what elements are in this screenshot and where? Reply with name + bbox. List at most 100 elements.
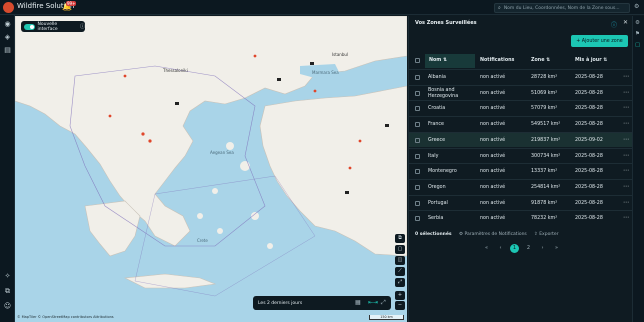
row-notifications: non activé [480, 169, 506, 175]
page-1-button[interactable]: 1 [510, 244, 519, 253]
last-page-button[interactable]: » [552, 244, 561, 253]
row-notifications: non activé [480, 122, 506, 128]
right-rail: ⚙ ⚑ ▢ [632, 16, 644, 322]
row-more-icon[interactable]: ⋯ [623, 152, 629, 159]
column-header-notifications[interactable]: Notifications [480, 58, 514, 63]
ruler-control-icon[interactable]: ⟋ [395, 267, 405, 276]
zoom-in-button[interactable]: + [395, 291, 405, 300]
toggle-label: Nouvelle interface [37, 21, 58, 32]
row-checkbox[interactable] [415, 75, 420, 80]
row-name: Montenegro [428, 169, 457, 175]
row-checkbox[interactable] [415, 184, 420, 190]
row-checkbox[interactable] [415, 90, 420, 96]
table-row[interactable]: Montenegro non activé 13337 km² 2025-08-28 ⋯ [409, 163, 633, 178]
row-more-icon[interactable]: ⋯ [623, 167, 629, 174]
page-2-button[interactable]: 2 [524, 244, 533, 253]
row-name: Portugal [428, 200, 448, 206]
row-notifications: non activé [480, 75, 506, 80]
layers-stack-icon[interactable]: ⧉ [3, 287, 12, 296]
fullscreen-control-icon[interactable]: ▢ [395, 245, 405, 254]
table-row[interactable]: Oregon non activé 254814 km² 2025-08-28 ⋯ [409, 178, 633, 194]
calendar-icon[interactable]: ▦ [355, 299, 361, 306]
add-zone-button[interactable]: + Ajouter une zone [571, 35, 628, 47]
table-row[interactable]: Italy non activé 300734 km² 2025-08-28 ⋯ [409, 147, 633, 163]
notification-settings-button[interactable]: ⚙ Paramètres de Notifications [459, 232, 527, 237]
column-header-zone[interactable]: Zone ⇅ [531, 58, 550, 63]
table-row[interactable]: Croatia non activé 57079 km² 2025-08-28 ⋯ [409, 100, 633, 115]
close-icon[interactable]: ✕ [623, 19, 628, 26]
prev-page-button[interactable]: ‹ [496, 244, 505, 253]
row-checkbox[interactable] [415, 106, 420, 112]
table-row[interactable]: Portugal non activé 91878 km² 2025-08-28 ⋯ [409, 194, 633, 210]
map-canvas[interactable]: Marmara Sea Istanbul Aegean Sea Crete Th… [15, 16, 407, 322]
top-bar: Wildfire Solution 🔔 99+ ⌕ Nom du Lieu, C… [0, 0, 644, 15]
row-name: Croatia [428, 106, 446, 112]
row-more-icon[interactable]: ⋯ [623, 199, 629, 206]
row-more-icon[interactable]: ⋯ [623, 183, 629, 190]
column-header-name[interactable]: Nom ⇅ [425, 54, 475, 68]
row-more-icon[interactable]: ⋯ [623, 120, 629, 127]
table-row[interactable]: France non activé 549517 km² 2025-08-28 ⋯ [409, 116, 633, 131]
layers-control-icon[interactable]: ⧉ [395, 234, 405, 243]
row-more-icon[interactable]: ⋯ [623, 136, 629, 143]
table-row[interactable]: Serbia non activé 78232 km² 2025-08-28 ⋯ [409, 210, 633, 225]
panel-title: Vos Zones Surveillées [415, 20, 477, 26]
row-notifications: non activé [480, 200, 506, 206]
row-checkbox[interactable] [415, 200, 420, 206]
row-checkbox[interactable] [415, 137, 420, 143]
column-zone-label: Zone [531, 58, 545, 63]
info-icon[interactable]: ⓘ [611, 20, 617, 29]
row-updated: 2025-08-28 [575, 169, 603, 175]
play-range-icon[interactable]: ⇤⇥ [368, 299, 378, 306]
expand-icon[interactable]: ⤢ [381, 299, 386, 307]
row-name: Italy [428, 153, 439, 159]
zones-icon[interactable]: ▢ [635, 42, 640, 48]
chart-icon[interactable]: ▤ [3, 46, 12, 55]
table-row[interactable]: Greece non activé 219837 km² 2025-09-02 ⋯ [409, 131, 633, 147]
info-icon[interactable]: ⓘ [80, 23, 85, 30]
globe-icon[interactable]: ◉ [3, 20, 12, 29]
row-updated: 2025-09-02 [575, 137, 603, 143]
export-button[interactable]: ⇪ Exporter [534, 232, 559, 237]
magic-icon[interactable]: ✧ [3, 272, 12, 281]
row-updated: 2025-08-28 [575, 122, 603, 128]
toggle-switch[interactable] [24, 23, 35, 30]
row-notifications: non activé [480, 153, 506, 159]
table-row[interactable]: Bosnia and Herzegovina non activé 51069 km… [409, 84, 633, 100]
time-range-label: Les 2 derniers jours [258, 300, 303, 306]
row-checkbox[interactable] [415, 122, 420, 128]
row-more-icon[interactable]: ⋯ [623, 104, 629, 111]
row-more-icon[interactable]: ⋯ [623, 73, 629, 80]
row-checkbox[interactable] [415, 216, 420, 222]
column-header-updated[interactable]: Mis à jour ⇅ [575, 58, 607, 63]
new-interface-toggle[interactable]: Nouvelle interface ⓘ [21, 21, 85, 32]
row-zone: 219837 km² [531, 137, 561, 143]
map-attribution[interactable]: © MapTiler © OpenStreetMap contributors … [17, 315, 114, 319]
row-notifications: non activé [480, 90, 506, 96]
next-page-button[interactable]: › [538, 244, 547, 253]
row-checkbox[interactable] [415, 153, 420, 159]
row-more-icon[interactable]: ⋯ [623, 89, 629, 96]
select-all-checkbox[interactable] [415, 58, 420, 63]
row-zone: 57079 km² [531, 106, 558, 112]
gear-icon[interactable]: ⚙ [635, 20, 640, 26]
location-search-input[interactable]: ⌕ Nom du Lieu, Coordonnées, Nom de la Zo… [494, 3, 630, 13]
row-name: Oregon [428, 184, 446, 190]
expand-control-icon[interactable]: ⤢ [395, 278, 405, 287]
layers-icon[interactable]: ◈ [3, 33, 12, 42]
user-icon[interactable]: ☺ [3, 302, 12, 311]
first-page-button[interactable]: « [482, 244, 491, 253]
table-row[interactable]: Albania non activé 28728 km² 2025-08-28 ⋯ [409, 69, 633, 84]
map-label-aegean: Aegean Sea [210, 150, 234, 155]
row-checkbox[interactable] [415, 169, 420, 175]
row-more-icon[interactable]: ⋯ [623, 214, 629, 221]
table-header: Nom ⇅ Notifications Zone ⇅ Mis à jour ⇅ [409, 54, 633, 68]
map-scale: 150 km [369, 315, 404, 320]
map-label-istanbul: Istanbul [332, 52, 349, 57]
settings-gear-icon[interactable]: ⚙ [634, 3, 639, 10]
zoom-out-button[interactable]: − [395, 301, 405, 310]
app-logo-icon[interactable] [3, 2, 14, 13]
time-range-bar[interactable]: Les 2 derniers jours ▦ ⇤⇥ ⤢ [253, 296, 391, 310]
flag-icon[interactable]: ⚑ [635, 31, 640, 37]
camera-control-icon[interactable]: ◫ [395, 256, 405, 265]
